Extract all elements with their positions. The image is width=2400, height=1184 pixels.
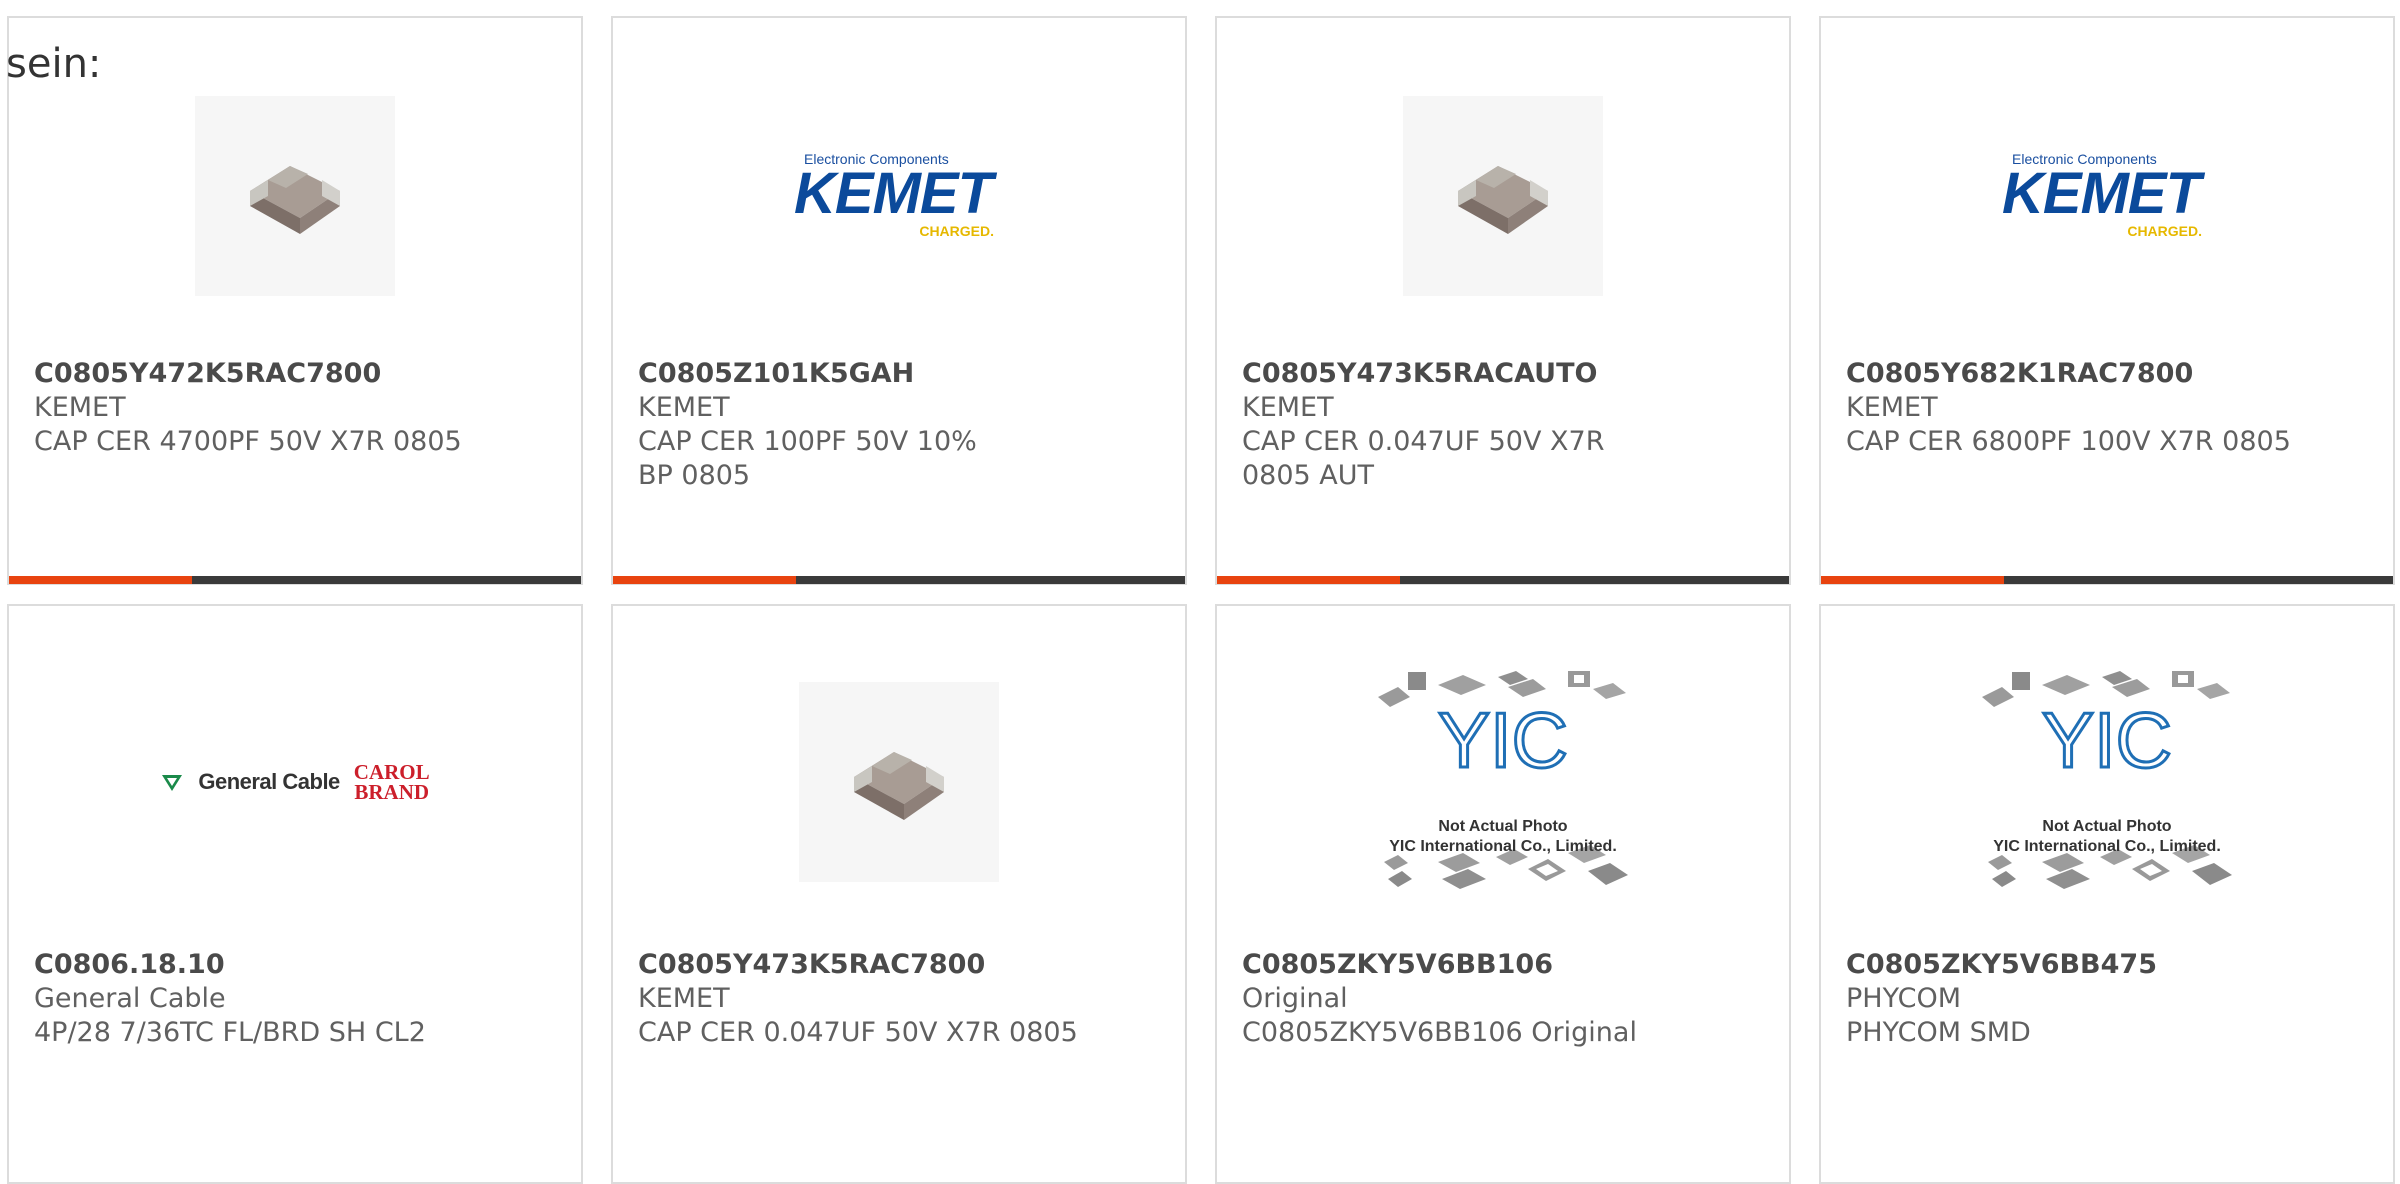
- kemet-logo: Electronic Components KEMET CHARGED.: [794, 150, 994, 239]
- manufacturer: KEMET: [638, 392, 730, 423]
- svg-text:YIC: YIC: [2042, 696, 2172, 784]
- product-card[interactable]: YIC Not Actual Photo YIC International Co…: [1819, 604, 2395, 1184]
- product-image[interactable]: Electronic Components KEMET CHARGED.: [1821, 73, 2393, 318]
- description: CAP CER 6800PF 100V X7R 0805: [1846, 426, 2291, 457]
- yic-placeholder-image: YIC Not Actual Photo YIC International Co…: [1972, 657, 2242, 907]
- part-number[interactable]: C0805ZKY5V6BB106: [1242, 948, 1729, 982]
- manufacturer: KEMET: [1846, 392, 1938, 423]
- product-card[interactable]: C0805Y473K5RACAUTO KEMET CAP CER 0.047UF…: [1215, 16, 1791, 585]
- intro-text: sein:: [6, 41, 102, 87]
- product-card[interactable]: General Cable CAROL BRAND C0806.18.10 Gen…: [7, 604, 583, 1184]
- description: 4P/28 7/36TC FL/BRD SH CL2: [34, 1017, 426, 1048]
- svg-text:YIC: YIC: [1438, 696, 1568, 784]
- manufacturer: KEMET: [1242, 392, 1334, 423]
- manufacturer: KEMET: [638, 983, 730, 1014]
- part-number[interactable]: C0806.18.10: [34, 948, 521, 982]
- product-image[interactable]: [613, 656, 1185, 908]
- product-image[interactable]: Electronic Components KEMET CHARGED.: [613, 73, 1185, 318]
- manufacturer: KEMET: [34, 392, 126, 423]
- product-image[interactable]: YIC Not Actual Photo YIC International Co…: [1821, 656, 2393, 908]
- product-card[interactable]: C0805Y473K5RAC7800 KEMET CAP CER 0.047UF…: [611, 604, 1187, 1184]
- part-number[interactable]: C0805Z101K5GAH: [638, 357, 1125, 391]
- description: CAP CER 100PF 50V 10% BP 0805: [638, 426, 977, 491]
- description: CAP CER 0.047UF 50V X7R 0805: [638, 1017, 1078, 1048]
- yic-placeholder-image: YIC Not Actual Photo YIC International Co…: [1368, 657, 1638, 907]
- product-image[interactable]: General Cable CAROL BRAND: [9, 656, 581, 908]
- product-image[interactable]: [1217, 73, 1789, 318]
- card-bottom-bar: [613, 576, 1185, 584]
- card-bottom-bar: [1821, 576, 2393, 584]
- capacitor-image: [1403, 95, 1603, 296]
- part-number[interactable]: C0805Y473K5RAC7800: [638, 948, 1125, 982]
- part-number[interactable]: C0805Y682K1RAC7800: [1846, 357, 2333, 391]
- kemet-logo: Electronic Components KEMET CHARGED.: [2002, 150, 2202, 239]
- product-image[interactable]: [9, 73, 581, 318]
- product-card[interactable]: YIC Not Actual Photo YIC International Co…: [1215, 604, 1791, 1184]
- product-card[interactable]: Electronic Components KEMET CHARGED. C08…: [1819, 16, 2395, 585]
- card-bottom-bar: [9, 576, 581, 584]
- manufacturer: Original: [1242, 983, 1348, 1014]
- manufacturer: General Cable: [34, 983, 226, 1014]
- product-image[interactable]: YIC Not Actual Photo YIC International Co…: [1217, 656, 1789, 908]
- manufacturer: PHYCOM: [1846, 983, 1962, 1014]
- general-cable-icon: [162, 775, 183, 791]
- product-card[interactable]: C0805Y472K5RAC7800 KEMET CAP CER 4700PF …: [7, 16, 583, 585]
- product-card[interactable]: Electronic Components KEMET CHARGED. C08…: [611, 16, 1187, 585]
- description: C0805ZKY5V6BB106 Original: [1242, 1017, 1637, 1048]
- part-number[interactable]: C0805Y473K5RACAUTO: [1242, 357, 1729, 391]
- general-cable-logo: General Cable CAROL BRAND: [160, 762, 430, 803]
- description: CAP CER 0.047UF 50V X7R 0805 AUT: [1242, 426, 1605, 491]
- capacitor-image: [799, 682, 999, 882]
- part-number[interactable]: C0805ZKY5V6BB475: [1846, 948, 2333, 982]
- description: PHYCOM SMD: [1846, 1017, 2031, 1048]
- part-number[interactable]: C0805Y472K5RAC7800: [34, 357, 521, 391]
- card-bottom-bar: [1217, 576, 1789, 584]
- description: CAP CER 4700PF 50V X7R 0805: [34, 426, 462, 457]
- capacitor-image: [195, 95, 395, 296]
